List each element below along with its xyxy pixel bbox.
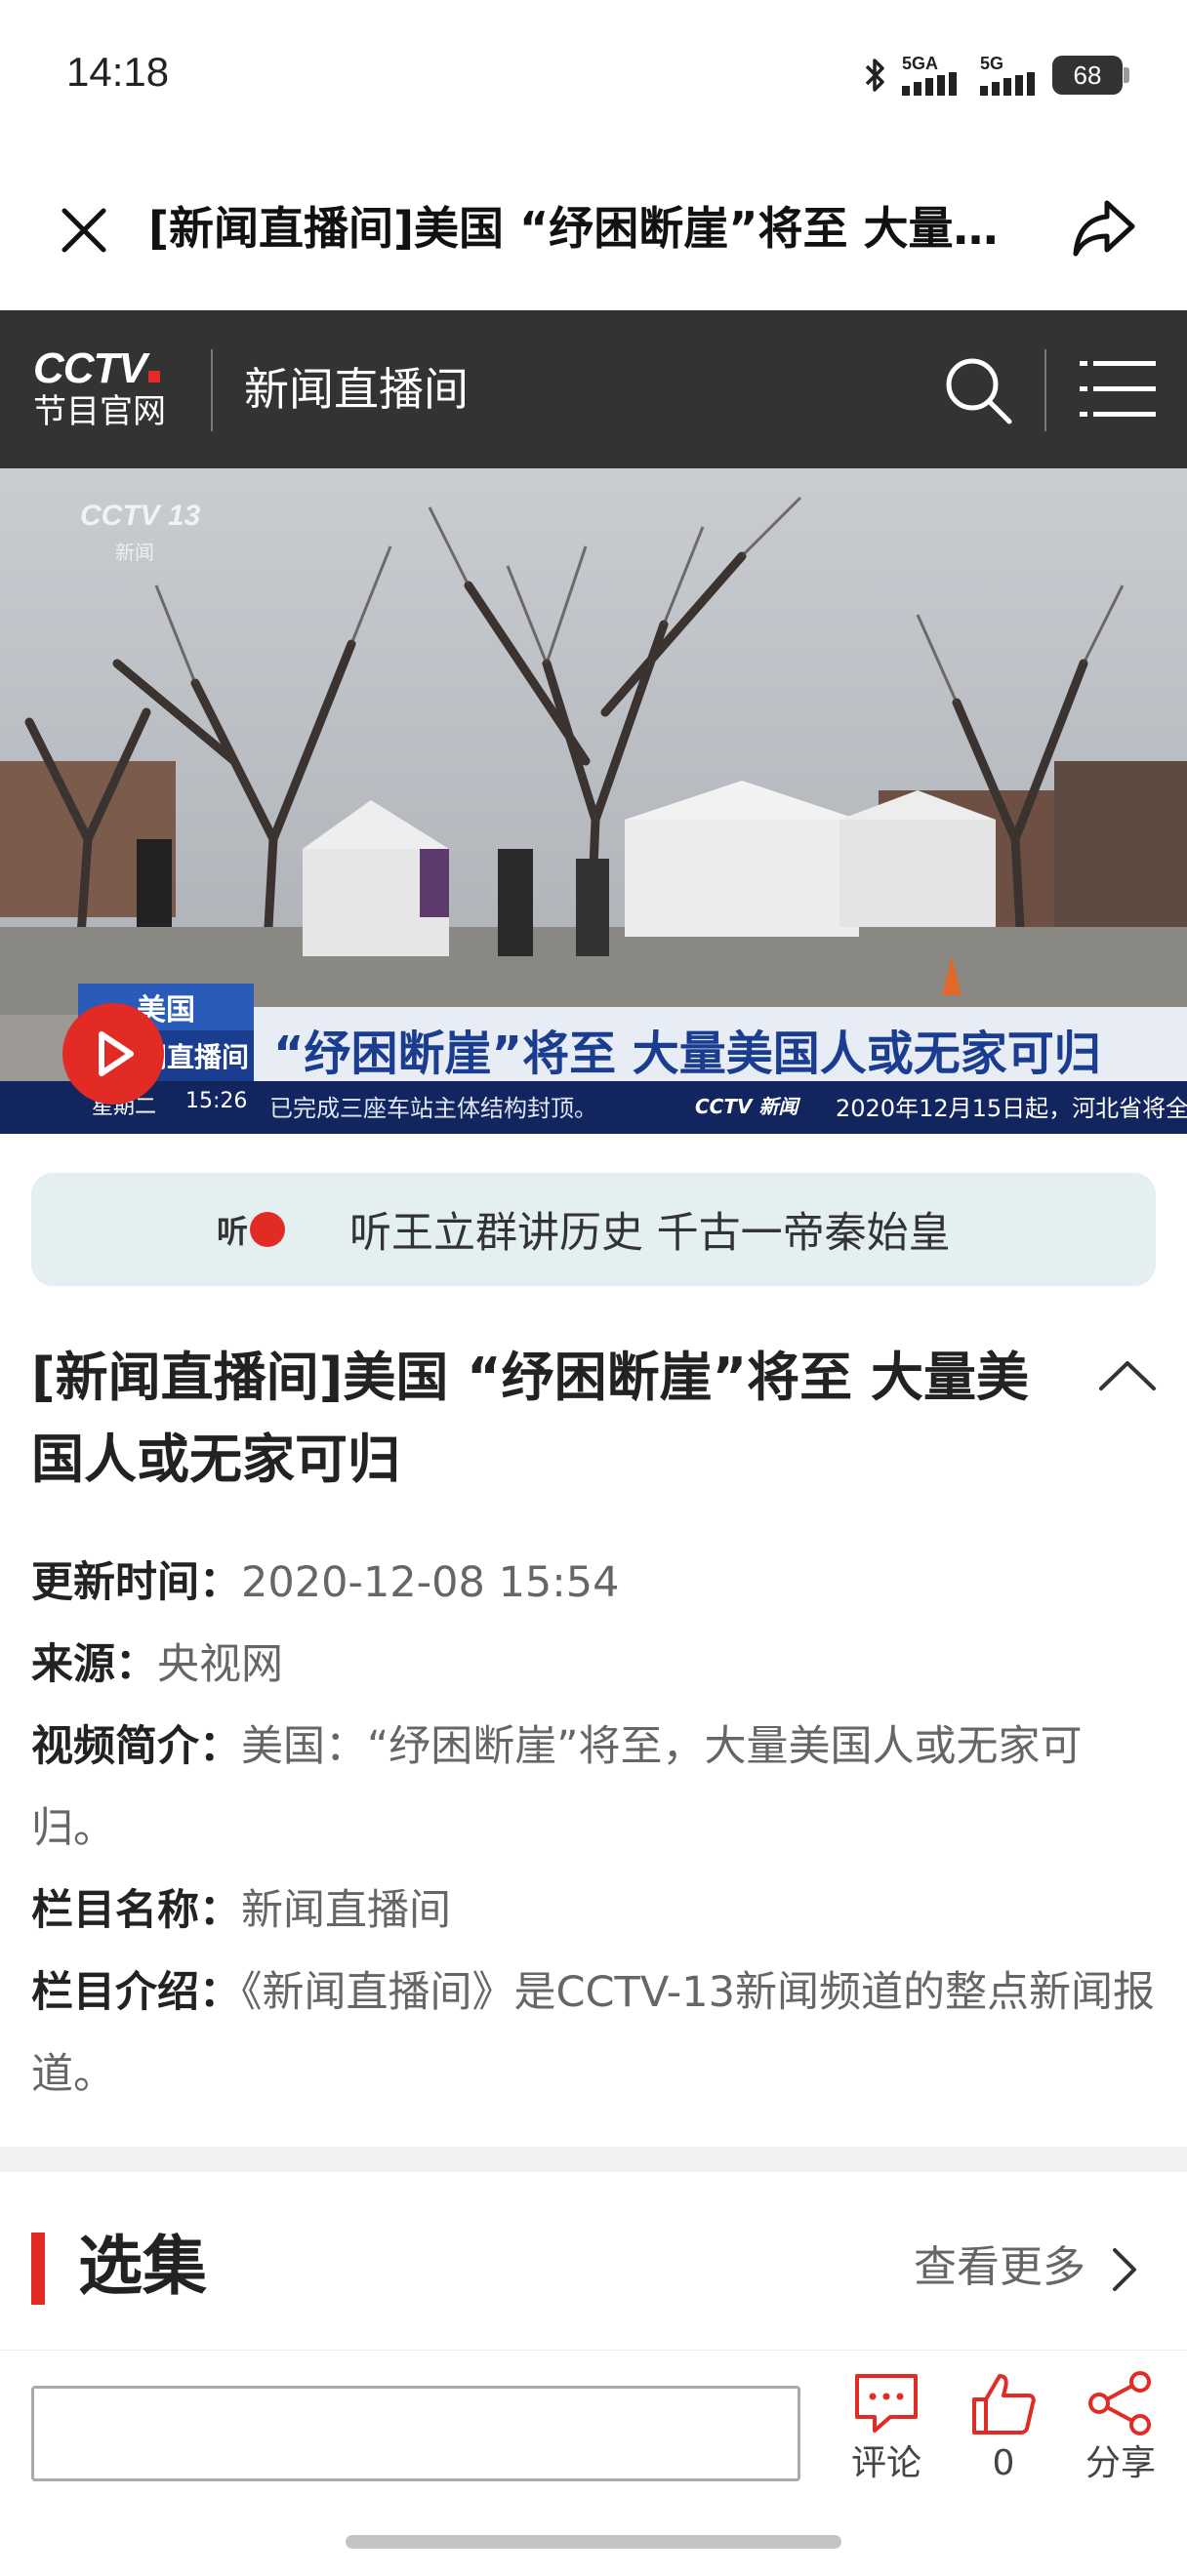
header-divider — [211, 349, 213, 431]
home-indicator[interactable] — [346, 2535, 841, 2549]
see-more-link[interactable]: 查看更多 — [914, 2238, 1085, 2297]
thumbs-up-icon — [972, 2374, 1036, 2435]
article-info: 更新时间：2020-12-08 15:54 来源：央视网 视频简介：美国：“纾困… — [31, 1542, 1156, 2115]
ticker-text: 已完成三座车站主体结构封顶。 — [269, 1095, 597, 1122]
episodes-section: 选集 查看更多 — [0, 2172, 1187, 2350]
video-player[interactable]: CCTV 13 新闻 美国 新闻直播间 “纾困断崖”将至 大量美国人或无家可归 … — [0, 468, 1187, 1134]
page-title: [新闻直播间]美国 “纾困断崖”将至 大量… — [148, 202, 999, 255]
update-time-label: 更新时间： — [31, 1558, 241, 1607]
cctv-logo[interactable]: CCTV 节目官网 — [33, 347, 180, 435]
update-time-value: 2020-12-08 15:54 — [241, 1558, 620, 1607]
update-time-row: 更新时间：2020-12-08 15:54 — [31, 1542, 1156, 1624]
listen-icon: 听 — [217, 1205, 295, 1254]
article-title: [新闻直播间]美国 “纾困断崖”将至 大量美国人或无家可归 — [31, 1347, 1029, 1490]
video-watermark: CCTV 13 — [80, 500, 201, 532]
network-label-5g: 5G — [980, 54, 1004, 73]
video-headline: “纾困断崖”将至 大量美国人或无家可归 — [273, 1026, 1101, 1081]
listen-icon-label: 听 — [217, 1213, 249, 1250]
column-intro-row: 栏目介绍：《新闻直播间》是CCTV-13新闻频道的整点新闻报道。 — [31, 1952, 1156, 2115]
column-intro-label: 栏目介绍： — [31, 1968, 241, 2017]
network-5g: 5G — [980, 55, 1039, 96]
signal-icon — [902, 72, 957, 96]
play-icon — [99, 1031, 134, 1076]
share-icon — [1088, 2371, 1151, 2435]
logo-text: CCTV — [33, 344, 147, 392]
status-time: 14:18 — [66, 49, 170, 95]
menu-icon[interactable] — [1080, 355, 1156, 423]
share-label: 分享 — [1085, 2443, 1156, 2483]
comment-icon — [855, 2374, 918, 2433]
close-icon[interactable] — [55, 201, 113, 260]
comment-input[interactable] — [31, 2386, 800, 2481]
source-value: 央视网 — [157, 1640, 283, 1689]
section-divider — [0, 2147, 1187, 2172]
battery-icon: 68 — [1052, 56, 1129, 95]
network-label-5ga: 5GA — [902, 54, 939, 73]
like-button[interactable]: 0 — [955, 2370, 1052, 2485]
status-bar: 14:18 5GA 5G 68 — [0, 0, 1187, 146]
ticker-logo: CCTV 新闻 — [695, 1095, 798, 1118]
ticker-text-2: 2020年12月15日起，河北省将全面 — [836, 1095, 1187, 1122]
network-5ga: 5GA — [902, 55, 966, 96]
column-name-value: 新闻直播间 — [241, 1886, 451, 1935]
source-label: 来源： — [31, 1640, 157, 1689]
video-watermark-sub: 新闻 — [115, 541, 154, 564]
section-accent-bar — [31, 2233, 45, 2305]
logo-subtitle: 节目官网 — [33, 392, 166, 431]
column-name-label: 栏目名称： — [31, 1886, 241, 1935]
column-name-row: 栏目名称：新闻直播间 — [31, 1870, 1156, 1952]
like-count: 0 — [992, 2443, 1015, 2483]
site-header: CCTV 节目官网 新闻直播间 — [0, 310, 1187, 468]
listen-banner-text: 听王立群讲历史 千古一帝秦始皇 — [349, 1209, 951, 1258]
listen-banner[interactable]: 听 听王立群讲历史 千古一帝秦始皇 — [31, 1173, 1156, 1286]
title-bar: [新闻直播间]美国 “纾困断崖”将至 大量… — [0, 146, 1187, 310]
source-row: 来源：央视网 — [31, 1624, 1156, 1706]
bluetooth-icon — [865, 59, 884, 92]
ticker-time: 15:26 — [185, 1089, 248, 1113]
header-divider — [1044, 349, 1046, 431]
comment-button[interactable]: 评论 — [838, 2370, 935, 2485]
summary-label: 视频简介： — [31, 1722, 241, 1771]
search-icon[interactable] — [939, 351, 1015, 427]
comment-label: 评论 — [850, 2443, 921, 2483]
signal-icon — [980, 72, 1035, 96]
share-icon[interactable] — [1070, 195, 1138, 260]
summary-row: 视频简介：美国：“纾困断崖”将至，大量美国人或无家可归。 — [31, 1706, 1156, 1870]
play-button[interactable] — [62, 1003, 164, 1105]
episodes-title: 选集 — [78, 2229, 207, 2304]
share-button[interactable]: 分享 — [1072, 2370, 1169, 2485]
status-icons: 5GA 5G 68 — [863, 53, 1129, 98]
channel-name: 新闻直播间 — [244, 363, 469, 416]
chevron-up-icon[interactable] — [1093, 1351, 1162, 1400]
chevron-right-icon[interactable] — [1105, 2242, 1144, 2297]
